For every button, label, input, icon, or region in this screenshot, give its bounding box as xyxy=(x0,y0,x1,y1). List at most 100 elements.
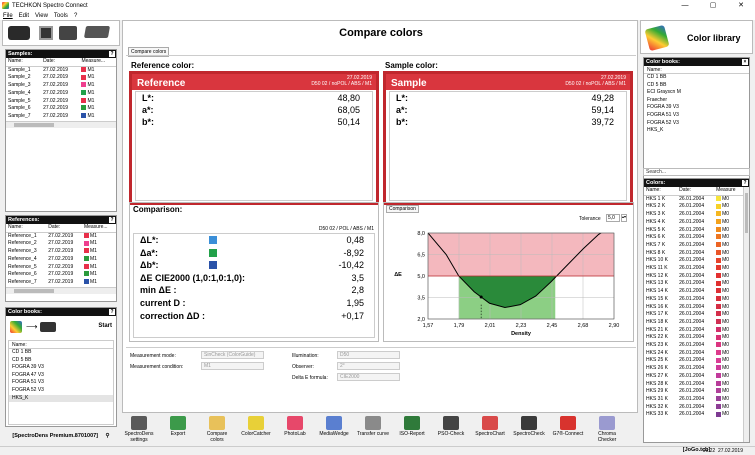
table-row[interactable]: HKS 28 K 26.01.2004 M0 xyxy=(644,381,744,389)
table-row[interactable]: HKS 24 K 26.01.2004 M0 xyxy=(644,350,744,358)
list-item[interactable]: CD 1 BB xyxy=(644,74,749,82)
toolbar-button[interactable]: ISO-Report xyxy=(395,416,429,438)
list-item[interactable]: FOGRA 39 V3 xyxy=(9,364,113,372)
tolerance-stepper[interactable]: ▴▾ xyxy=(621,214,627,222)
start-button[interactable]: Start xyxy=(98,323,112,329)
col-date[interactable]: Date: xyxy=(41,58,80,67)
col-date[interactable]: Date: xyxy=(46,224,82,233)
table-row[interactable]: HKS 5 K 26.01.2004 M0 xyxy=(644,227,744,235)
minimize-button[interactable]: — xyxy=(671,0,699,11)
toolbar-button[interactable]: SpectroCheck xyxy=(512,416,546,438)
table-row[interactable]: HKS 6 K 26.01.2004 M0 xyxy=(644,234,744,242)
device-icon-spectroplate[interactable] xyxy=(39,26,53,40)
table-row[interactable]: HKS 21 K 26.01.2004 M0 xyxy=(644,327,744,335)
list-item[interactable]: CD 5 BB xyxy=(9,357,113,365)
menu-file[interactable]: File xyxy=(3,13,13,19)
toolbar-button[interactable]: PSO-Check xyxy=(434,416,468,438)
list-item[interactable]: HKS_K xyxy=(644,127,749,135)
chart-tab[interactable]: Comparison xyxy=(386,205,419,213)
table-row[interactable]: HKS 15 K 26.01.2004 M0 xyxy=(644,296,744,304)
measurement-mode-select[interactable]: SinCheck (ColorGuide) xyxy=(201,351,264,359)
table-row[interactable]: HKS 16 K 26.01.2004 M0 xyxy=(644,304,744,312)
search-input[interactable]: Search... xyxy=(643,168,750,176)
toolbar-button[interactable]: G7®-Connect xyxy=(551,416,585,438)
table-row[interactable]: Reference_4 27.02.2019 M1 xyxy=(6,256,116,264)
table-row[interactable]: HKS 3 K 26.01.2004 M0 xyxy=(644,211,744,219)
toolbar-button[interactable]: Export xyxy=(161,416,195,438)
table-row[interactable]: HKS 26 K 26.01.2004 M0 xyxy=(644,365,744,373)
table-row[interactable]: HKS 2 K 26.01.2004 M0 xyxy=(644,203,744,211)
table-row[interactable]: HKS 12 K 26.01.2004 M0 xyxy=(644,273,744,281)
toolbar-button[interactable]: Transfer curve xyxy=(356,416,390,438)
toolbar-button[interactable]: ColorCatcher xyxy=(239,416,273,438)
table-row[interactable]: Sample_5 27.02.2019 M1 xyxy=(6,98,116,106)
table-row[interactable]: HKS 8 K 26.01.2004 M0 xyxy=(644,250,744,258)
list-item[interactable]: FOGRA 52 V3 xyxy=(644,120,749,128)
measurement-condition-select[interactable]: M1 xyxy=(201,362,264,370)
table-row[interactable]: HKS 33 K 26.01.2004 M0 xyxy=(644,411,744,419)
table-row[interactable]: Sample_3 27.02.2019 M1 xyxy=(6,82,116,90)
table-row[interactable]: HKS 25 K 26.01.2004 M0 xyxy=(644,357,744,365)
table-row[interactable]: HKS 10 K 26.01.2004 M0 xyxy=(644,257,744,265)
col-measure[interactable]: Measure... xyxy=(81,224,116,233)
device-icon-spectrojet[interactable] xyxy=(59,26,77,40)
toolbar-button[interactable]: Chroma Checker xyxy=(590,416,624,443)
menu-help[interactable]: ? xyxy=(74,13,77,19)
menu-edit[interactable]: Edit xyxy=(19,13,29,19)
col-measure[interactable]: Measure xyxy=(714,187,744,196)
table-row[interactable]: Sample_2 27.02.2019 M1 xyxy=(6,74,116,82)
table-row[interactable]: HKS 14 K 26.01.2004 M0 xyxy=(644,288,744,296)
samples-scrollbar[interactable] xyxy=(6,120,116,128)
tolerance-input[interactable]: 5,0 xyxy=(606,214,620,222)
help-icon[interactable]: ? xyxy=(742,180,748,186)
device-icon-scanner[interactable] xyxy=(83,26,111,38)
maximize-button[interactable]: ▢ xyxy=(699,0,727,11)
menu-tools[interactable]: Tools xyxy=(54,13,68,19)
table-row[interactable]: HKS 29 K 26.01.2004 M0 xyxy=(644,388,744,396)
table-row[interactable]: Sample_4 27.02.2019 M1 xyxy=(6,90,116,98)
table-row[interactable]: HKS 31 K 26.01.2004 M0 xyxy=(644,396,744,404)
table-row[interactable]: HKS 23 K 26.01.2004 M0 xyxy=(644,342,744,350)
colors-scrollbar[interactable] xyxy=(743,187,749,442)
table-row[interactable]: HKS 7 K 26.01.2004 M0 xyxy=(644,242,744,250)
help-icon[interactable]: ? xyxy=(109,309,115,315)
table-row[interactable]: Reference_5 27.02.2019 M1 xyxy=(6,264,116,272)
device-icon-spectrodens[interactable] xyxy=(8,26,30,40)
list-item[interactable]: FOGRA 52 V3 xyxy=(9,387,113,395)
table-row[interactable]: Sample_6 27.02.2019 M1 xyxy=(6,105,116,113)
toolbar-button[interactable]: SpectroChart xyxy=(473,416,507,438)
toolbar-button[interactable]: Compare colors xyxy=(200,416,234,443)
references-scrollbar[interactable] xyxy=(6,286,116,294)
col-date[interactable]: Date: xyxy=(677,187,715,196)
table-row[interactable]: HKS 27 K 26.01.2004 M0 xyxy=(644,373,744,381)
toolbar-button[interactable]: MediaWedge xyxy=(317,416,351,438)
list-item[interactable]: HKS_K xyxy=(9,394,113,403)
list-item[interactable]: Fraecher xyxy=(644,97,749,105)
observer-select[interactable]: 2° xyxy=(337,362,400,370)
help-icon[interactable]: ? xyxy=(109,217,115,223)
table-row[interactable]: HKS 4 K 26.01.2004 M0 xyxy=(644,219,744,227)
toolbar-button[interactable]: PhotoLab xyxy=(278,416,312,438)
delta-e-formula-select[interactable]: CIE2000 xyxy=(337,373,400,381)
table-row[interactable]: Sample_1 27.02.2019 M1 xyxy=(6,66,116,74)
table-row[interactable]: Reference_3 27.02.2019 M1 xyxy=(6,248,116,256)
table-row[interactable]: HKS 32 K 26.01.2004 M0 xyxy=(644,404,744,412)
collapse-icon[interactable]: × xyxy=(742,59,748,65)
close-button[interactable]: ✕ xyxy=(727,0,755,11)
list-item[interactable]: ECI Grayscn M xyxy=(644,89,749,97)
list-item[interactable]: FOGRA 47 V3 xyxy=(9,372,113,380)
col-name[interactable]: Name: xyxy=(6,224,47,233)
table-row[interactable]: HKS 1 K 26.01.2004 M0 xyxy=(644,195,744,203)
menu-view[interactable]: View xyxy=(35,13,48,19)
list-item[interactable]: CD 1 BB xyxy=(9,349,113,357)
table-row[interactable]: Reference_7 27.02.2019 M1 xyxy=(6,279,116,287)
table-row[interactable]: HKS 18 K 26.01.2004 M0 xyxy=(644,319,744,327)
col-name[interactable]: Name: xyxy=(644,187,678,196)
list-item[interactable]: FOGRA 51 V3 xyxy=(644,112,749,120)
table-row[interactable]: Reference_1 27.02.2019 M1 xyxy=(6,232,116,240)
table-row[interactable]: HKS 17 K 26.01.2004 M0 xyxy=(644,311,744,319)
table-row[interactable]: HKS 22 K 26.01.2004 M0 xyxy=(644,334,744,342)
help-icon[interactable]: ? xyxy=(109,51,115,57)
col-measure[interactable]: Measure... xyxy=(79,58,116,67)
table-row[interactable]: HKS 11 K 26.01.2004 M0 xyxy=(644,265,744,273)
